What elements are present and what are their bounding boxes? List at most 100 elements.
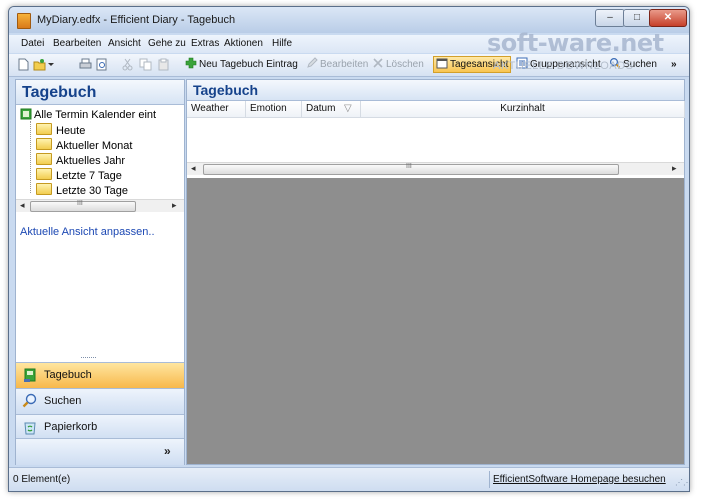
open-folder-icon[interactable] [33,58,46,71]
nav-button-recycle-bin[interactable]: Papierkorb [16,414,184,440]
window-title: MyDiary.edfx - Efficient Diary - Tagebuc… [37,14,236,26]
content-pane-title: Tagebuch [193,82,259,98]
content-pane-header: Tagebuch [187,80,684,101]
grid-scroll-thumb[interactable]: III [203,163,619,175]
column-header-date-label: Datum [306,103,336,114]
column-header-emotion[interactable]: Emotion [246,101,302,118]
customize-view-link[interactable]: Aktuelle Ansicht anpassen.. [20,226,155,238]
menu-view[interactable]: Ansicht [108,38,141,49]
nav-button-label: Suchen [44,395,82,407]
scroll-left-arrow[interactable]: ◂ [191,163,196,174]
day-view-button[interactable]: Tagesansicht [433,56,512,73]
tree-item-label: Letzte 30 Tage [56,185,128,197]
menu-goto[interactable]: Gehe zu [148,38,186,49]
menu-bar: Datei Bearbeiten Ansicht Gehe zu Extras … [9,35,689,53]
main-window: MyDiary.edfx - Efficient Diary - Tagebuc… [8,6,690,492]
print-preview-icon[interactable] [95,58,108,71]
nav-button-label: Papierkorb [44,421,98,433]
tree-item-last-30-days[interactable]: Letzte 30 Tage [36,183,128,197]
toolbar: Neu Tagebuch Eintrag Bearbeiten Löschen … [9,54,689,77]
calendar-day-icon [436,58,448,69]
content-pane: Tagebuch Weather Emotion Datum ▽ Kurzinh… [186,79,685,465]
tree-connector [30,121,32,193]
scroll-right-arrow[interactable]: ▸ [672,163,677,174]
group-view-button[interactable]: Gruppenansicht [516,57,601,72]
scroll-right-arrow[interactable]: ▸ [172,200,177,211]
cut-icon [122,58,133,71]
toolbar-overflow-button[interactable]: » [671,57,677,72]
folder-icon [36,138,52,150]
edit-button[interactable]: Bearbeiten [306,57,368,72]
scroll-grip: III [406,163,412,170]
column-header-date[interactable]: Datum ▽ [302,101,361,118]
chevron-down-icon[interactable]: » [164,444,171,458]
tree-root-item[interactable]: Alle Termin Kalender eint [20,108,156,121]
tree-root-label: Alle Termin Kalender eint [34,109,157,121]
new-entry-button[interactable]: Neu Tagebuch Eintrag [185,57,298,72]
nav-more-buttons[interactable]: » [16,438,184,465]
folder-icon [36,183,52,195]
item-count: 0 Element(e) [13,474,71,485]
group-view-icon [516,57,528,69]
homepage-link[interactable]: EfficientSoftware Homepage besuchen [493,474,666,485]
tree-item-label: Aktueller Monat [56,140,133,152]
sort-indicator-icon: ▽ [344,103,352,114]
title-bar[interactable]: MyDiary.edfx - Efficient Diary - Tagebuc… [9,7,689,33]
minimize-button[interactable]: – [595,9,625,27]
nav-button-diary[interactable]: Tagebuch [16,362,184,388]
tree-item-current-year[interactable]: Aktuelles Jahr [36,153,125,167]
close-button[interactable]: ✕ [649,9,687,27]
tree-item-label: Letzte 7 Tage [56,170,122,182]
column-header-summary[interactable]: Kurzinhalt [361,101,685,118]
print-icon[interactable] [79,58,92,71]
group-view-label: Gruppenansicht [530,59,601,70]
grid-horizontal-scrollbar[interactable]: ◂ III ▸ [187,162,684,175]
scroll-left-arrow[interactable]: ◂ [20,200,25,211]
tree-item-label: Heute [56,125,86,137]
navigation-pane: Tagebuch Alle Termin Kalender eint Heute… [15,79,185,465]
search-button[interactable]: Suchen [609,57,657,72]
delete-label: Löschen [386,59,424,70]
app-icon[interactable] [17,13,31,29]
add-icon [185,57,197,69]
pane-splitter-grip[interactable]: ········ [80,352,97,362]
new-document-icon[interactable] [17,58,30,71]
search-icon [609,57,621,69]
pencil-icon [307,57,318,68]
diary-icon [24,368,36,382]
folder-icon [36,153,52,165]
status-separator [489,471,490,488]
entries-grid: Weather Emotion Datum ▽ Kurzinhalt ◂ III… [187,101,685,178]
maximize-button[interactable]: □ [623,9,651,27]
search-label: Suchen [623,59,657,70]
tree-horizontal-scrollbar[interactable]: ◂ III ▸ [16,199,184,212]
tree-item-today[interactable]: Heute [36,123,85,137]
folder-icon [36,168,52,180]
menu-edit[interactable]: Bearbeiten [53,38,101,49]
nav-button-label: Tagebuch [44,369,92,381]
paste-icon [158,58,169,71]
nav-button-search[interactable]: Suchen [16,388,184,414]
delete-button[interactable]: Löschen [372,57,424,72]
delete-x-icon [373,58,383,68]
new-entry-label: Neu Tagebuch Eintrag [199,59,298,70]
tree-scroll-thumb[interactable]: III [30,200,136,212]
menu-extras[interactable]: Extras [191,38,219,49]
tree-item-last-7-days[interactable]: Letzte 7 Tage [36,168,122,182]
menu-help[interactable]: Hilfe [272,38,292,49]
menu-file[interactable]: Datei [21,38,44,49]
menu-actions[interactable]: Aktionen [224,38,263,49]
folder-icon [36,123,52,135]
tree-item-current-month[interactable]: Aktueller Monat [36,138,132,152]
column-header-weather[interactable]: Weather [187,101,246,118]
dropdown-arrow-icon[interactable] [47,58,55,71]
tree-item-label: Aktuelles Jahr [56,155,126,167]
scroll-grip: III [77,200,83,207]
navigation-pane-header: Tagebuch [16,80,184,105]
status-bar: 0 Element(e) EfficientSoftware Homepage … [9,467,689,491]
magnifier-icon [22,393,37,408]
resize-grip[interactable]: ⋰⋰ [675,478,689,487]
day-view-label: Tagesansicht [450,59,509,70]
navigation-pane-title: Tagebuch [22,84,97,101]
folder-tree: Alle Termin Kalender eint Heute Aktuelle… [16,105,184,198]
